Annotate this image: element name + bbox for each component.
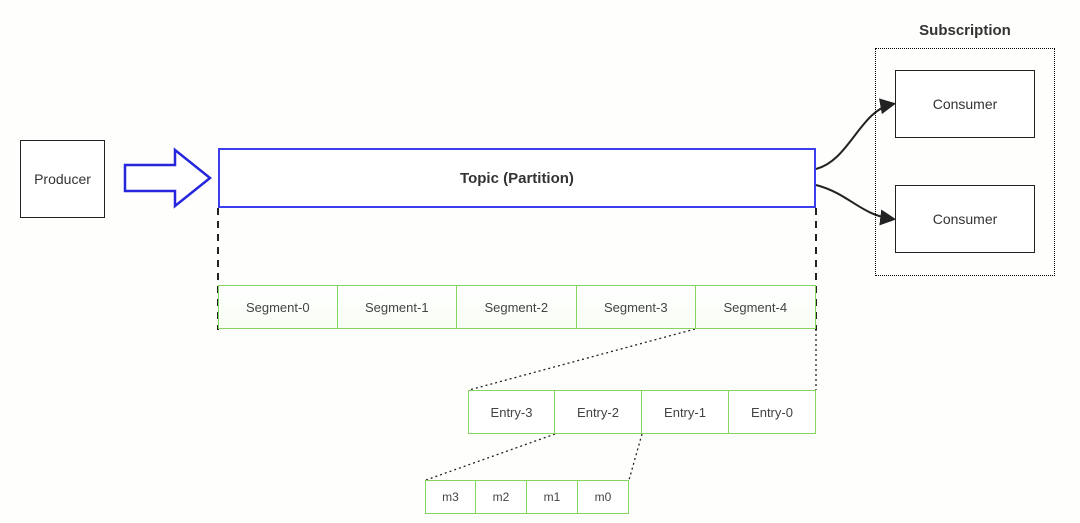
segment-box: Segment-1 [338,285,458,329]
proj-entry2-left-to-messages [426,434,555,480]
segment-label: Segment-2 [484,300,548,315]
segment-label: Segment-4 [723,300,787,315]
entries-row: Entry-3 Entry-2 Entry-1 Entry-0 [468,390,816,434]
topic-label: Topic (Partition) [460,170,574,187]
message-label: m2 [493,490,510,504]
consumer-1-label: Consumer [933,96,998,112]
segment-box: Segment-0 [218,285,338,329]
message-label: m1 [544,490,561,504]
proj-entry2-right-to-messages [629,434,642,480]
message-box: m2 [476,480,527,514]
segment-label: Segment-0 [246,300,310,315]
segment-box: Segment-2 [457,285,577,329]
message-label: m0 [595,490,612,504]
topic-partition-box: Topic (Partition) [218,148,816,208]
message-label: m3 [442,490,459,504]
entry-label: Entry-0 [751,405,793,420]
producer-box: Producer [20,140,105,218]
message-box: m3 [425,480,476,514]
entry-box: Entry-2 [555,390,642,434]
proj-seg4-left-to-entries [469,329,695,390]
entry-box: Entry-1 [642,390,729,434]
segments-row: Segment-0 Segment-1 Segment-2 Segment-3 … [218,285,816,329]
producer-label: Producer [34,171,91,187]
message-box: m1 [527,480,578,514]
consumer-2-label: Consumer [933,211,998,227]
arrow-producer-to-topic [125,150,210,206]
consumer-box-2: Consumer [895,185,1035,253]
segment-box: Segment-4 [696,285,816,329]
entry-label: Entry-1 [664,405,706,420]
entry-label: Entry-3 [491,405,533,420]
entry-label: Entry-2 [577,405,619,420]
messages-row: m3 m2 m1 m0 [425,480,629,514]
entry-box: Entry-3 [468,390,555,434]
consumer-box-1: Consumer [895,70,1035,138]
entry-box: Entry-0 [729,390,816,434]
segment-label: Segment-3 [604,300,668,315]
segment-box: Segment-3 [577,285,697,329]
segment-label: Segment-1 [365,300,429,315]
subscription-title: Subscription [875,22,1055,39]
message-box: m0 [578,480,629,514]
